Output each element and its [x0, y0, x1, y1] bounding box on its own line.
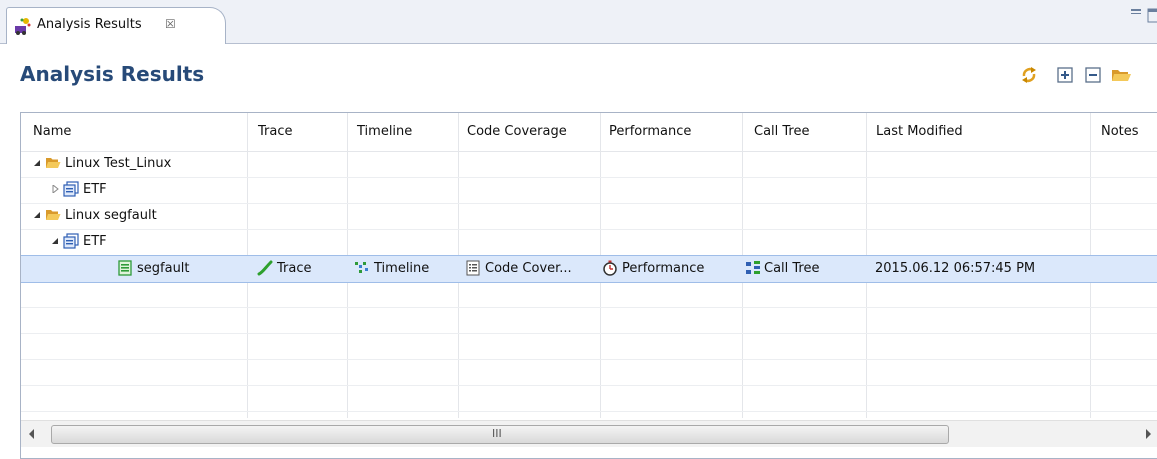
code-coverage-icon[interactable]	[465, 260, 481, 276]
scrollbar-grip: III	[492, 427, 502, 440]
row-name: ETF	[83, 234, 107, 249]
tree-row-selected[interactable]: segfault Trace Timeline Code Cover... Pe…	[21, 255, 1157, 283]
collapsed-arrow-icon[interactable]	[51, 185, 59, 193]
row-name: Linux Test_Linux	[65, 156, 172, 171]
etf-icon	[63, 233, 79, 249]
scroll-left-icon[interactable]	[27, 428, 37, 440]
etf-icon	[63, 181, 79, 197]
empty-row	[21, 307, 1157, 334]
column-header-trace[interactable]: Trace	[258, 124, 293, 139]
empty-row	[21, 281, 1157, 308]
scrollbar-thumb[interactable]: III	[51, 425, 949, 444]
expand-all-icon[interactable]	[1054, 64, 1076, 86]
column-header-timeline[interactable]: Timeline	[357, 124, 412, 139]
row-name: ETF	[83, 182, 107, 197]
performance-link[interactable]: Performance	[622, 261, 704, 276]
tree-row[interactable]: Linux Test_Linux	[21, 151, 1157, 178]
trace-link[interactable]: Trace	[277, 261, 312, 276]
expanded-arrow-icon[interactable]	[33, 159, 41, 167]
code-coverage-link[interactable]: Code Cover...	[485, 261, 572, 276]
empty-row	[21, 359, 1157, 386]
horizontal-scrollbar[interactable]: III	[21, 420, 1157, 447]
column-header-notes[interactable]: Notes	[1101, 124, 1139, 139]
tab-title: Analysis Results	[37, 17, 142, 32]
open-folder-icon[interactable]	[1110, 64, 1132, 86]
row-name: Linux segfault	[65, 208, 157, 223]
call-tree-link[interactable]: Call Tree	[764, 261, 820, 276]
analysis-results-icon	[15, 18, 31, 35]
page-title: Analysis Results	[20, 62, 205, 86]
minimize-icon[interactable]	[1131, 9, 1141, 14]
data-file-icon	[118, 260, 132, 276]
tab-analysis-results[interactable]: Analysis Results ☒	[6, 7, 226, 44]
tab-close-icon[interactable]: ☒	[165, 16, 176, 32]
column-header-call-tree[interactable]: Call Tree	[754, 124, 810, 139]
folder-icon	[46, 210, 61, 220]
trace-icon[interactable]	[257, 260, 273, 276]
row-name: segfault	[137, 261, 190, 276]
window-controls	[1131, 8, 1157, 23]
folder-icon	[46, 158, 61, 168]
tree-row[interactable]: Linux segfault	[21, 203, 1157, 230]
empty-row	[21, 333, 1157, 360]
table-header: Name Trace Timeline Code Coverage Perfor…	[21, 113, 1157, 152]
collapse-all-icon[interactable]	[1082, 64, 1104, 86]
stopwatch-icon[interactable]	[602, 260, 618, 276]
view-tab-strip: Analysis Results ☒	[0, 0, 1157, 44]
expanded-arrow-icon[interactable]	[51, 237, 59, 245]
timeline-icon[interactable]	[354, 260, 370, 276]
analysis-results-table: Name Trace Timeline Code Coverage Perfor…	[20, 112, 1157, 459]
timeline-link[interactable]: Timeline	[374, 261, 429, 276]
column-header-name[interactable]: Name	[33, 124, 71, 139]
call-tree-icon[interactable]	[745, 260, 761, 276]
column-header-code-coverage[interactable]: Code Coverage	[467, 124, 567, 139]
tree-row[interactable]: ETF	[21, 229, 1157, 256]
column-header-performance[interactable]: Performance	[609, 124, 691, 139]
scroll-right-icon[interactable]	[1143, 428, 1153, 440]
column-header-last-modified[interactable]: Last Modified	[876, 124, 963, 139]
expanded-arrow-icon[interactable]	[33, 211, 41, 219]
empty-row	[21, 385, 1157, 412]
maximize-icon[interactable]	[1147, 8, 1157, 23]
last-modified-value: 2015.06.12 06:57:45 PM	[875, 261, 1036, 276]
refresh-icon[interactable]	[1018, 64, 1040, 86]
tree-row[interactable]: ETF	[21, 177, 1157, 204]
